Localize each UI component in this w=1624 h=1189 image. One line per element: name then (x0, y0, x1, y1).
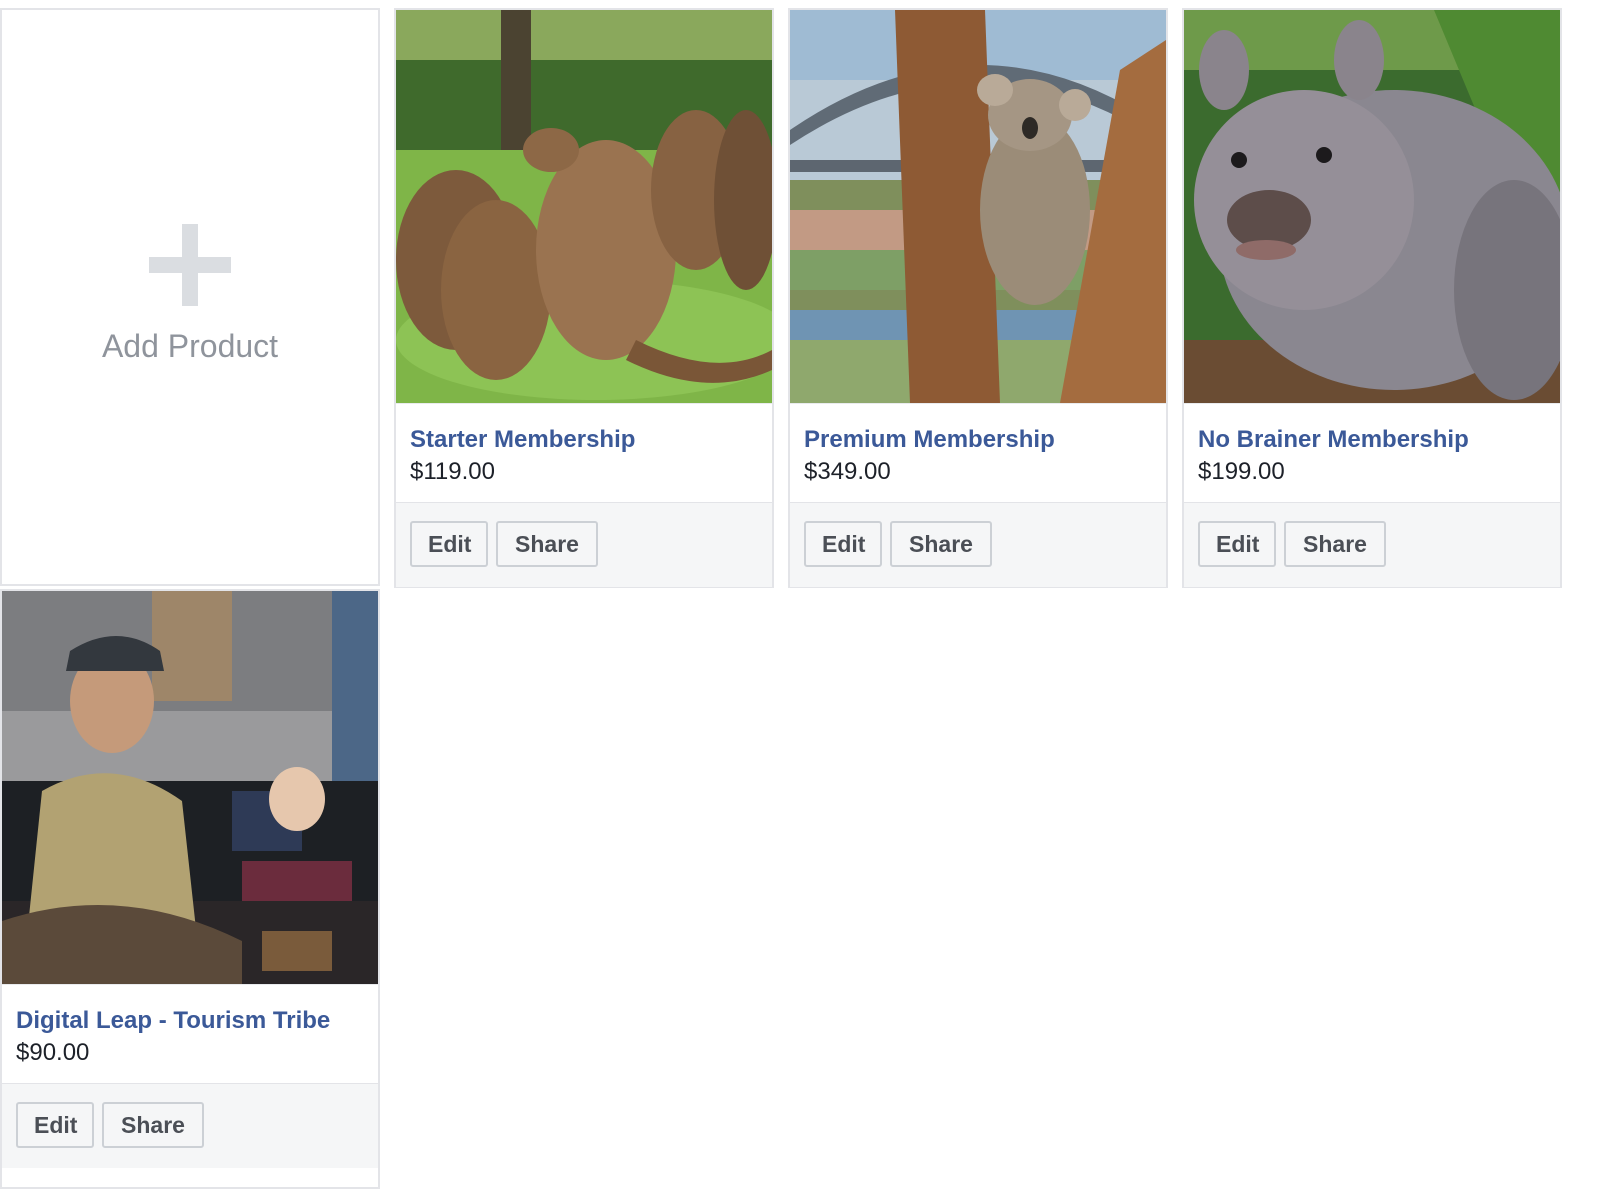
product-image-kangaroo[interactable] (396, 10, 772, 403)
product-card: Premium Membership $349.00 Edit Share (788, 8, 1168, 588)
product-card: Digital Leap - Tourism Tribe $90.00 Edit… (0, 589, 380, 1189)
edit-button[interactable]: Edit (1198, 521, 1276, 567)
product-price: $119.00 (410, 458, 495, 485)
product-info: Digital Leap - Tourism Tribe $90.00 (2, 984, 378, 1084)
product-actions: Edit Share (2, 1083, 378, 1168)
add-product-label: Add Product (101, 327, 279, 364)
koala-photo (790, 10, 1166, 403)
product-actions: Edit Share (790, 502, 1166, 587)
expo-booth-photo (2, 591, 378, 984)
product-price: $90.00 (16, 1039, 90, 1066)
add-product-card[interactable]: Add Product (0, 8, 380, 586)
plus-icon (149, 223, 231, 306)
product-image-expo[interactable] (2, 591, 378, 984)
product-actions: Edit Share (1184, 502, 1560, 587)
share-button[interactable]: Share (1284, 521, 1386, 567)
product-info: Premium Membership $349.00 (790, 403, 1166, 503)
product-info: Starter Membership $119.00 (396, 403, 772, 503)
product-price: $199.00 (1198, 458, 1285, 485)
product-title[interactable]: Premium Membership (804, 426, 1055, 454)
product-info: No Brainer Membership $199.00 (1184, 403, 1560, 503)
product-title[interactable]: Digital Leap - Tourism Tribe (16, 1007, 330, 1035)
share-button[interactable]: Share (102, 1102, 204, 1148)
edit-button[interactable]: Edit (804, 521, 882, 567)
product-card: Starter Membership $119.00 Edit Share (394, 8, 774, 588)
product-actions: Edit Share (396, 502, 772, 587)
wombat-photo (1184, 10, 1560, 403)
product-image-wombat[interactable] (1184, 10, 1560, 403)
product-card: No Brainer Membership $199.00 Edit Share (1182, 8, 1562, 588)
product-price: $349.00 (804, 458, 891, 485)
product-image-koala[interactable] (790, 10, 1166, 403)
kangaroo-photo (396, 10, 772, 403)
share-button[interactable]: Share (890, 521, 992, 567)
product-title[interactable]: Starter Membership (410, 426, 635, 454)
product-title[interactable]: No Brainer Membership (1198, 426, 1469, 454)
edit-button[interactable]: Edit (410, 521, 488, 567)
edit-button[interactable]: Edit (16, 1102, 94, 1148)
share-button[interactable]: Share (496, 521, 598, 567)
